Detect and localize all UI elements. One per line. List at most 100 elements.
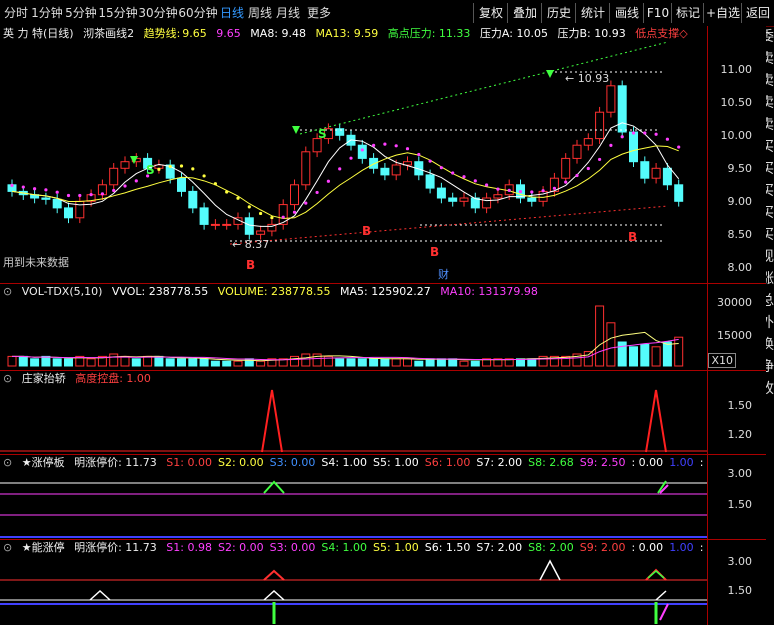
sidebar-item-5[interactable]: 买 bbox=[766, 136, 774, 158]
volume-bar bbox=[222, 360, 232, 367]
toolbar-action-1[interactable]: 叠加 bbox=[508, 0, 542, 26]
trend-dot bbox=[100, 192, 104, 196]
trend-dot bbox=[134, 179, 138, 183]
period-tab-7[interactable]: 周线 bbox=[246, 0, 274, 26]
sidebar-item-7[interactable]: 买 bbox=[766, 180, 774, 202]
candle-pane[interactable]: 英 力 特(日线) 沏茶画线2 趋势线: 9.65 9.65 MA8: 9.48 … bbox=[0, 26, 708, 283]
volume-bar bbox=[86, 358, 96, 367]
volume-bar bbox=[606, 322, 616, 367]
zt-pane[interactable]: ⊙ ★涨停板 明涨停价: 11.73 S1: 0.00 S2: 0.00 S3: 0… bbox=[0, 455, 724, 539]
volume-bar bbox=[52, 358, 62, 367]
candle-body bbox=[617, 85, 627, 133]
volume-bar bbox=[391, 358, 401, 367]
sidebar-item-10[interactable]: 现 bbox=[766, 246, 774, 268]
candle-body bbox=[278, 204, 288, 225]
volume-bar bbox=[131, 358, 141, 367]
trend-dot bbox=[202, 174, 206, 178]
zt-chart[interactable] bbox=[0, 455, 708, 539]
candle-body bbox=[425, 174, 435, 189]
trend-dot bbox=[191, 167, 195, 171]
nzt-peak bbox=[263, 589, 285, 601]
period-tab-2[interactable]: 5分钟 bbox=[64, 0, 98, 26]
candle-body bbox=[674, 184, 684, 202]
trend-dot bbox=[78, 193, 82, 198]
trend-dot bbox=[304, 201, 308, 205]
candle-body bbox=[210, 223, 220, 226]
trend-dot bbox=[315, 190, 319, 195]
trend-dot bbox=[552, 186, 557, 190]
candle-body bbox=[120, 161, 130, 169]
trend-dot bbox=[44, 188, 48, 192]
sidebar-item-1[interactable]: 卖 bbox=[766, 48, 774, 70]
price-axis: 11.00 10.50 10.00 9.50 9.00 8.50 8.00 bbox=[708, 26, 766, 283]
trend-dot bbox=[123, 184, 127, 188]
sidebar-item-4[interactable]: 卖 bbox=[766, 114, 774, 136]
volume-pane[interactable]: ⊙ VOL-TDX(5,10) VVOL: 238778.55 VOLUME: … bbox=[0, 284, 708, 370]
sidebar-item-12[interactable]: 总 bbox=[766, 290, 774, 312]
candle-body bbox=[301, 151, 311, 186]
axis-tick-label: 10.50 bbox=[720, 96, 753, 109]
zt-axis: 3.00 1.50 bbox=[708, 455, 766, 539]
toolbar-action-2[interactable]: 历史 bbox=[542, 0, 576, 26]
trend-dot bbox=[259, 211, 263, 216]
sidebar-item-11[interactable]: 涨 bbox=[766, 268, 774, 290]
volume-bar bbox=[651, 346, 661, 367]
axis-tick-label: 3.00 bbox=[727, 555, 753, 568]
nzt-bar bbox=[659, 603, 669, 621]
candle-chart[interactable]: ← 10.93 ← 8.37 用到未来数据财 S S B B B B bbox=[0, 26, 708, 283]
sidebar-item-14[interactable]: 换 bbox=[766, 334, 774, 356]
trend-dot bbox=[383, 142, 387, 146]
toolbar-action-7[interactable]: +自选 bbox=[704, 0, 742, 26]
trend-dot bbox=[620, 135, 624, 139]
period-tab-1[interactable]: 1分钟 bbox=[30, 0, 64, 26]
period-tab-3[interactable]: 15分钟 bbox=[98, 0, 138, 26]
axis-tick-label: 10.00 bbox=[720, 129, 753, 142]
volume-bar bbox=[595, 305, 605, 367]
trend-dot bbox=[372, 143, 376, 147]
volume-bar bbox=[233, 360, 243, 367]
sidebar-item-13[interactable]: 外 bbox=[766, 312, 774, 334]
zhuang-chart[interactable] bbox=[0, 371, 708, 454]
toolbar-action-5[interactable]: F10 bbox=[644, 0, 672, 26]
buy-signal: B bbox=[430, 245, 439, 259]
trend-dot bbox=[247, 205, 251, 209]
trend-dot bbox=[292, 210, 297, 214]
candle-body bbox=[459, 197, 469, 202]
sidebar-item-15[interactable]: 净 bbox=[766, 356, 774, 378]
toolbar-action-3[interactable]: 统计 bbox=[576, 0, 610, 26]
zhuang-pane[interactable]: ⊙ 庄家抬轿 高度控盘: 1.00 bbox=[0, 371, 708, 454]
trend-dot bbox=[496, 187, 500, 191]
sidebar-item-0[interactable]: 委 bbox=[766, 26, 774, 48]
toolbar-action-6[interactable]: 标记 bbox=[672, 0, 704, 26]
quote-sidebar: 委卖卖卖卖买买买买买现涨总外换净收 bbox=[766, 26, 774, 625]
candle-body bbox=[527, 197, 537, 202]
sidebar-item-16[interactable]: 收 bbox=[766, 378, 774, 400]
sidebar-item-6[interactable]: 买 bbox=[766, 158, 774, 180]
toolbar-action-0[interactable]: 复权 bbox=[474, 0, 508, 26]
toolbar-action-4[interactable]: 画线 bbox=[610, 0, 644, 26]
period-tab-4[interactable]: 30分钟 bbox=[138, 0, 178, 26]
trend-dot bbox=[507, 188, 511, 192]
trend-dot bbox=[609, 143, 613, 147]
sidebar-item-2[interactable]: 卖 bbox=[766, 70, 774, 92]
volume-bar bbox=[30, 358, 40, 367]
period-tab-6[interactable]: 日线 bbox=[218, 0, 246, 26]
period-tab-0[interactable]: 分时 bbox=[2, 0, 30, 26]
nzt-pane[interactable]: ⊙ ★能涨停 明涨停价: 11.73 S1: 0.98 S2: 0.00 S3: 0… bbox=[0, 540, 714, 625]
low-price-annotation: ← 8.37 bbox=[232, 238, 269, 251]
volume-bar bbox=[674, 336, 684, 367]
volume-chart[interactable] bbox=[0, 284, 708, 370]
period-tab-5[interactable]: 60分钟 bbox=[178, 0, 218, 26]
trend-dot bbox=[394, 144, 398, 148]
trend-dot bbox=[338, 167, 342, 171]
sidebar-item-9[interactable]: 买 bbox=[766, 224, 774, 246]
sidebar-item-8[interactable]: 买 bbox=[766, 202, 774, 224]
candle-body bbox=[222, 223, 232, 226]
trend-dot bbox=[428, 159, 432, 163]
candle-body bbox=[651, 167, 661, 179]
nzt-chart[interactable] bbox=[0, 540, 708, 625]
sidebar-item-3[interactable]: 卖 bbox=[766, 92, 774, 114]
period-tab-9[interactable]: 更多> bbox=[302, 0, 336, 46]
period-tab-8[interactable]: 月线 bbox=[274, 0, 302, 26]
toolbar-action-8[interactable]: 返回 bbox=[742, 0, 774, 26]
